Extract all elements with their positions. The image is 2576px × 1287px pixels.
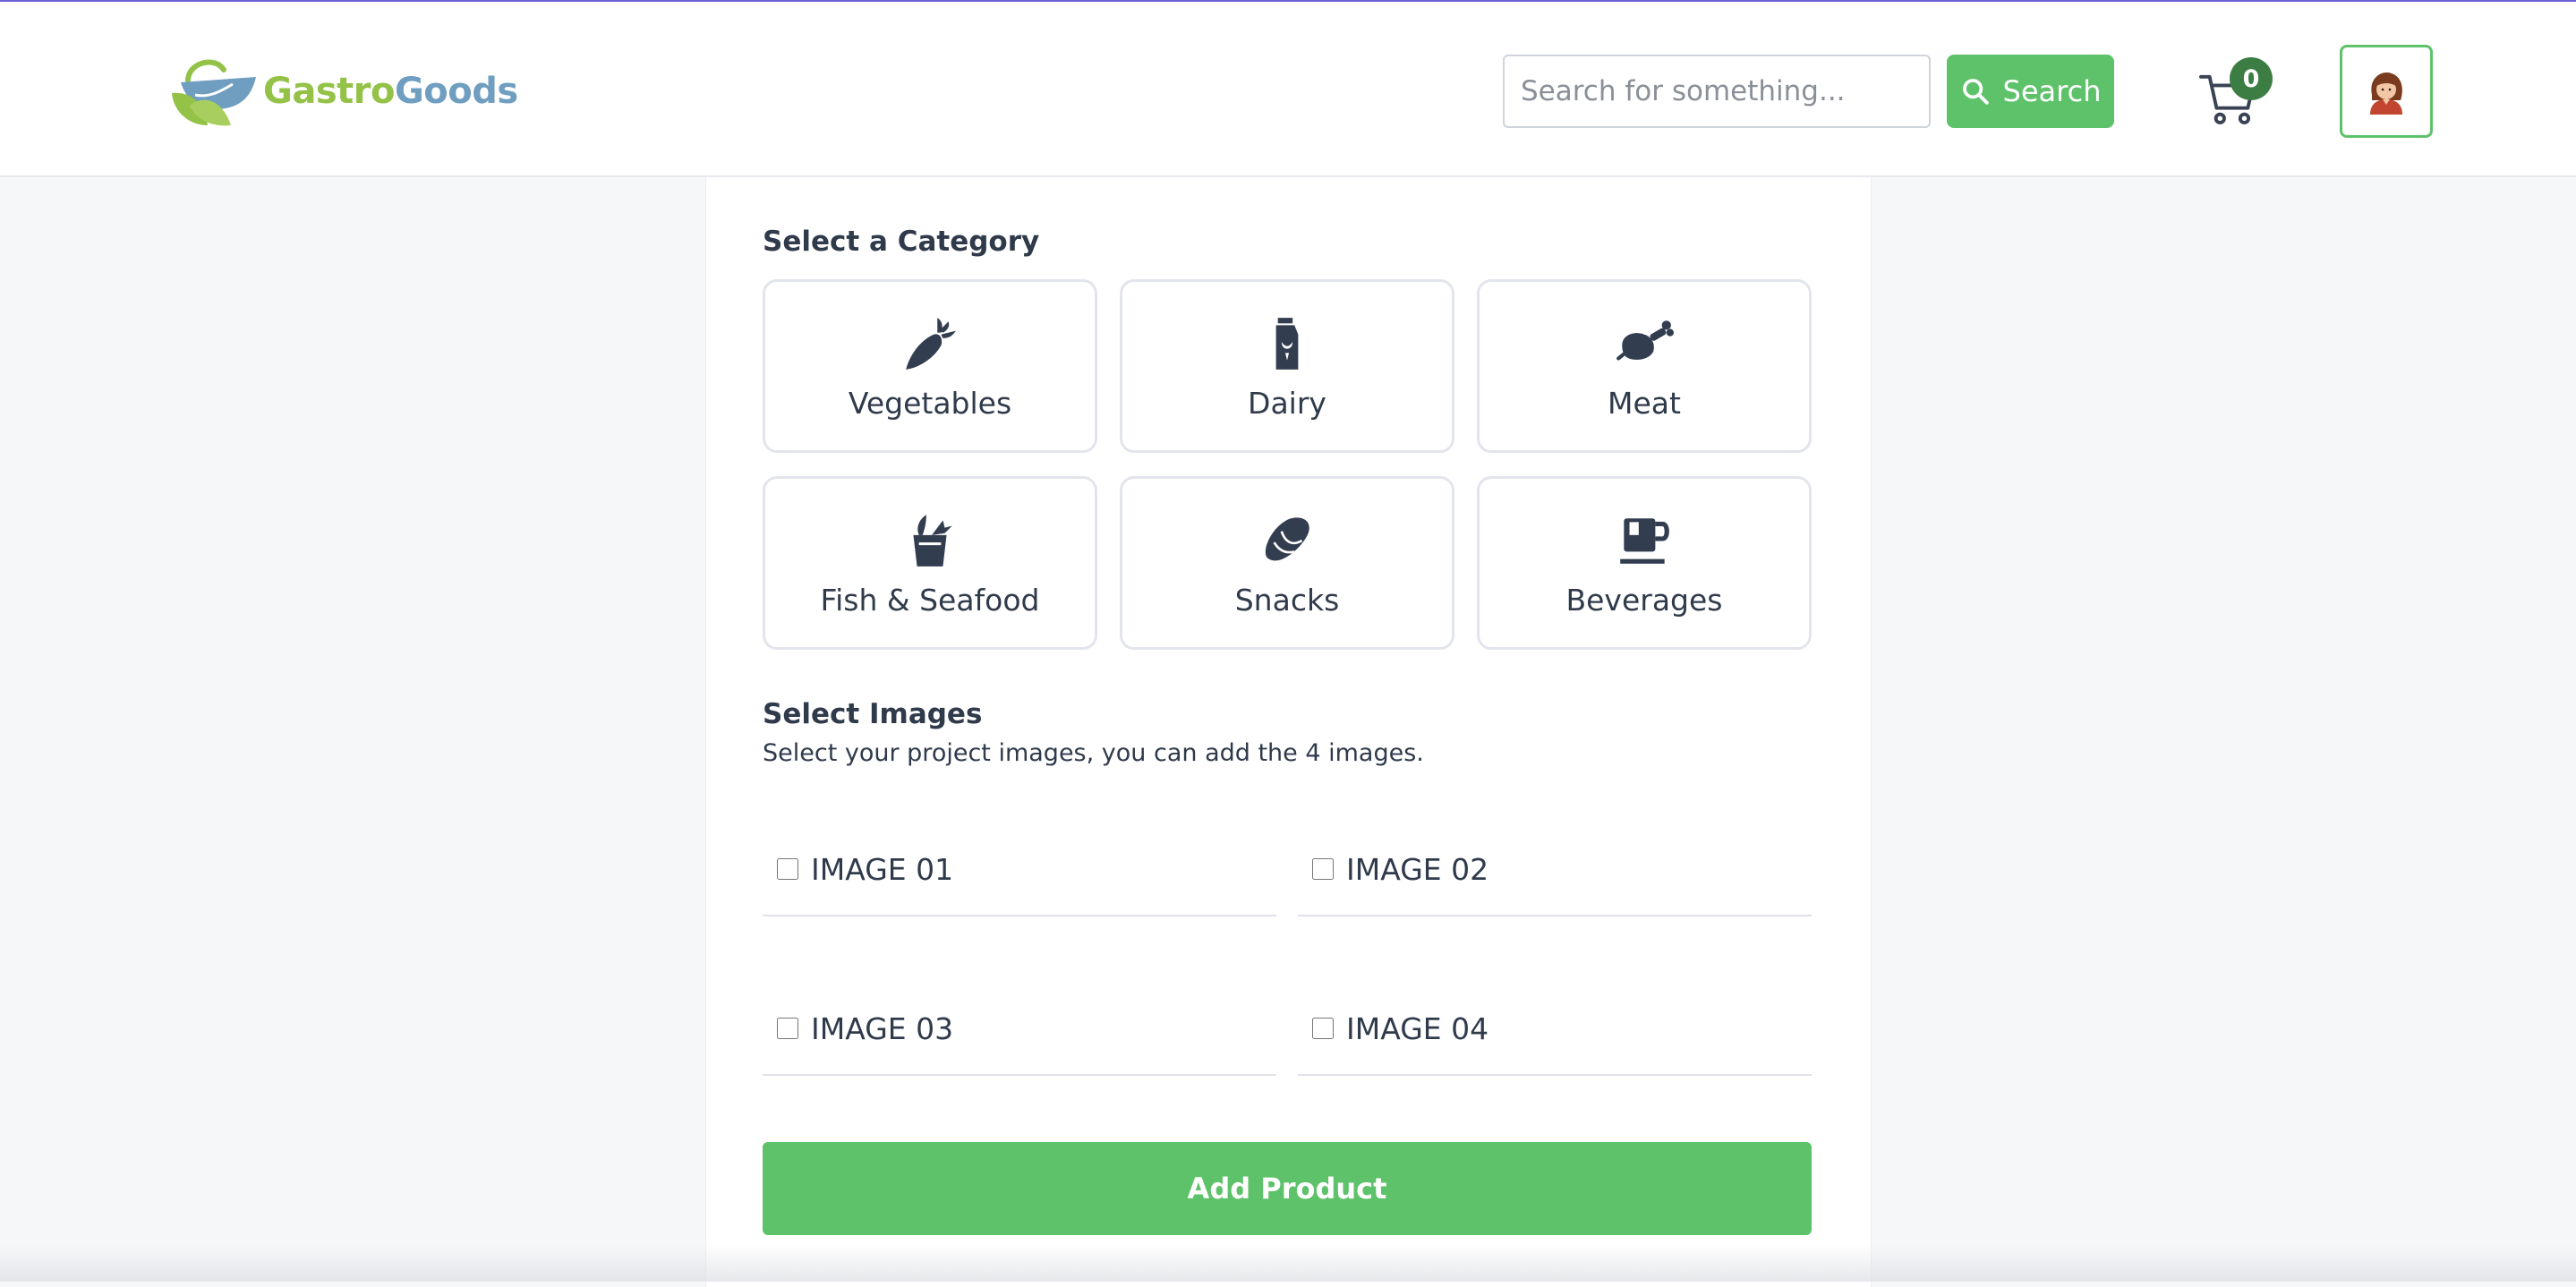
cart-button[interactable]: 0: [2197, 57, 2287, 138]
cup-icon: [1615, 511, 1674, 570]
cart-count-badge: 0: [2230, 57, 2273, 100]
category-snacks[interactable]: Snacks: [1120, 476, 1454, 650]
images-section-title: Select Images: [763, 698, 983, 730]
image-option-label: IMAGE 02: [1346, 851, 1489, 887]
brand-name-part2: Goods: [394, 71, 518, 112]
category-section-title: Select a Category: [763, 226, 1040, 258]
carrot-icon: [900, 314, 960, 373]
image-option-01[interactable]: IMAGE 01: [763, 823, 1276, 916]
meat-icon: [1615, 314, 1674, 373]
category-label: Vegetables: [848, 386, 1012, 421]
image-option-label: IMAGE 01: [811, 851, 954, 887]
basket-leaf-logo-icon: [172, 59, 256, 126]
category-label: Dairy: [1248, 386, 1326, 421]
image-option-label: IMAGE 04: [1346, 1010, 1489, 1046]
category-label: Meat: [1608, 386, 1681, 421]
image-option-03[interactable]: IMAGE 03: [763, 983, 1276, 1076]
top-navbar: GastroGoods Search 0: [0, 2, 2576, 177]
image-option-04[interactable]: IMAGE 04: [1298, 983, 1812, 1076]
category-label: Snacks: [1234, 583, 1340, 618]
milk-carton-icon: [1258, 314, 1317, 373]
image-option-02[interactable]: IMAGE 02: [1298, 823, 1812, 916]
brand-name-part1: Gastro: [263, 71, 395, 112]
image-checkbox[interactable]: [1312, 858, 1334, 880]
category-label: Beverages: [1565, 583, 1723, 618]
search-button-label: Search: [2002, 74, 2102, 108]
category-meat[interactable]: Meat: [1477, 279, 1812, 453]
brand-name: GastroGoods: [263, 71, 518, 112]
category-beverages[interactable]: Beverages: [1477, 476, 1812, 650]
user-avatar-icon: [2370, 72, 2402, 115]
search-input[interactable]: [1503, 55, 1931, 128]
fish-bucket-icon: [900, 511, 960, 570]
image-checkbox[interactable]: [777, 1018, 798, 1039]
brand-logo[interactable]: GastroGoods: [168, 54, 518, 129]
image-checkbox[interactable]: [1312, 1018, 1334, 1039]
add-product-button[interactable]: Add Product: [763, 1142, 1812, 1235]
search-icon: [1962, 79, 1989, 105]
category-fish-seafood[interactable]: Fish & Seafood: [763, 476, 1097, 650]
category-dairy[interactable]: Dairy: [1120, 279, 1454, 453]
search-button[interactable]: Search: [1947, 55, 2114, 128]
user-avatar-button[interactable]: [2340, 45, 2433, 138]
category-vegetables[interactable]: Vegetables: [763, 279, 1097, 453]
image-checkbox[interactable]: [777, 858, 798, 880]
images-section-subtitle: Select your project images, you can add …: [763, 739, 1424, 767]
image-option-label: IMAGE 03: [811, 1010, 954, 1046]
snack-icon: [1258, 511, 1317, 570]
category-label: Fish & Seafood: [820, 583, 1040, 618]
